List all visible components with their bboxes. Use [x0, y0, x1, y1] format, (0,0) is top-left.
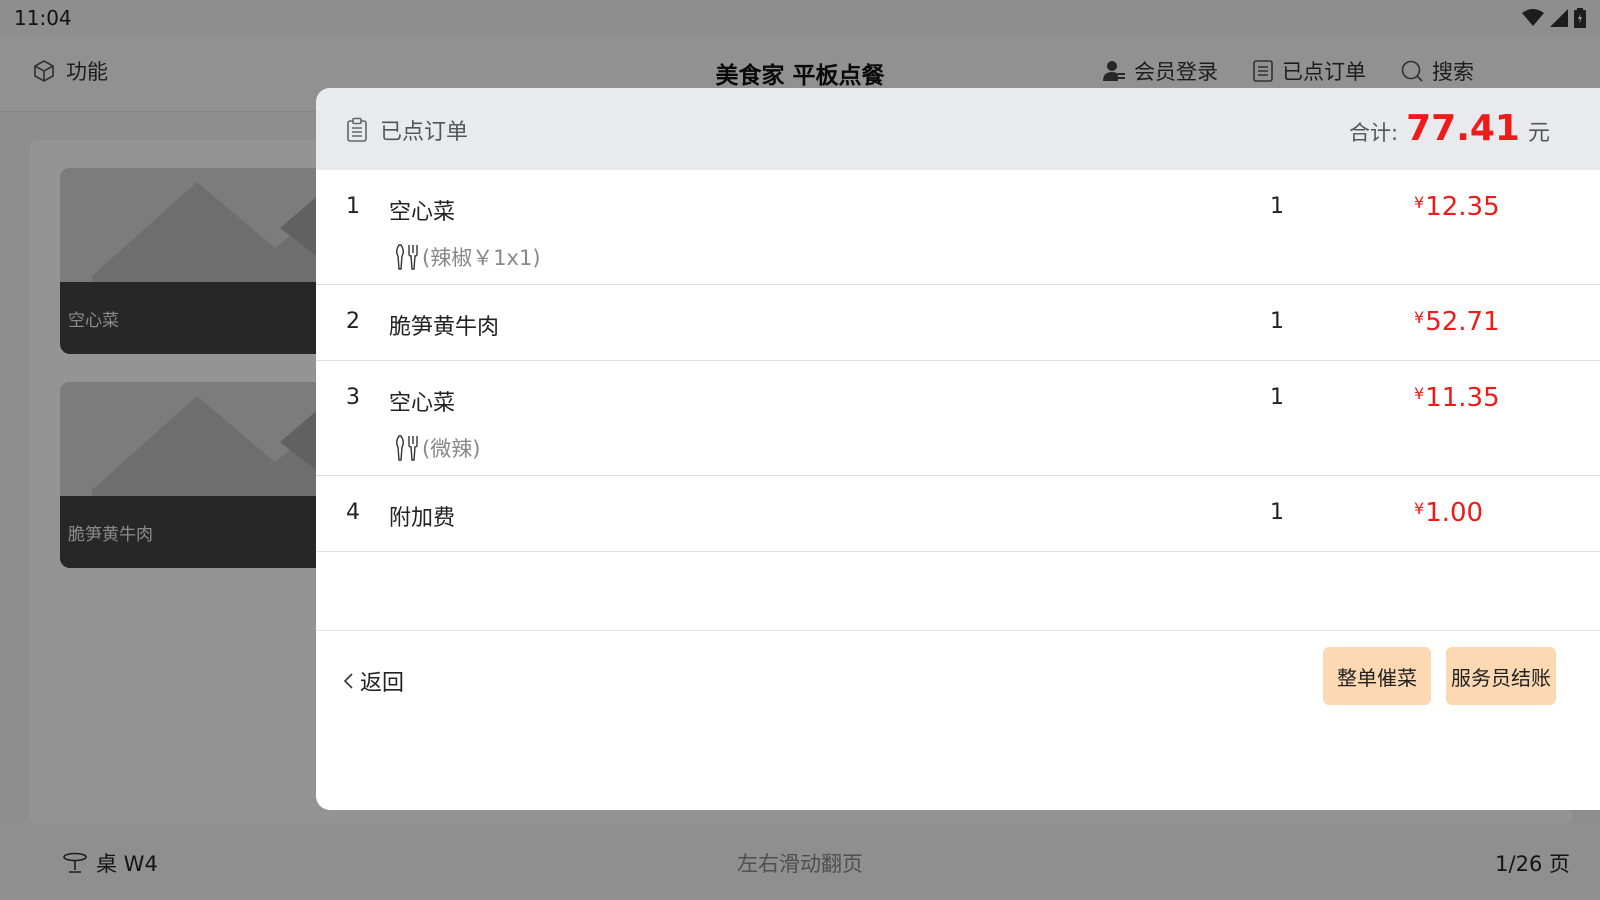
back-button[interactable]: 返回: [342, 665, 404, 697]
order-quantity: 1: [1270, 309, 1284, 334]
utensils-icon: [396, 244, 418, 270]
order-note: (辣椒￥1x1): [394, 242, 541, 272]
back-label: 返回: [360, 671, 405, 696]
total-unit: 元: [1527, 121, 1550, 146]
order-price-value: 1.00: [1425, 498, 1484, 528]
order-price-value: 11.35: [1425, 383, 1500, 413]
order-price: ¥11.35: [1414, 383, 1500, 413]
order-total: 合计: 77.41 元: [1349, 108, 1550, 149]
modal-header: 已点订单 合计: 77.41 元: [316, 88, 1600, 170]
order-quantity: 1: [1270, 194, 1284, 219]
modal-title: 已点订单: [380, 120, 469, 145]
order-price-value: 52.71: [1425, 307, 1500, 337]
order-index: 4: [346, 500, 360, 525]
order-index: 1: [346, 194, 360, 219]
order-price: ¥52.71: [1414, 307, 1500, 337]
order-index: 2: [346, 309, 360, 334]
order-row[interactable]: 4 附加费 1 ¥1.00: [316, 476, 1600, 552]
clipboard-icon: [347, 117, 367, 142]
urge-all-button[interactable]: 整单催菜: [1323, 647, 1431, 705]
order-row[interactable]: 2 脆笋黄牛肉 1 ¥52.71: [316, 285, 1600, 361]
ordered-modal: 已点订单 合计: 77.41 元 1 空心菜 1 ¥12.35 (辣椒￥1x1)…: [316, 88, 1600, 810]
order-note-text: (辣椒￥1x1): [422, 246, 541, 270]
currency-symbol: ¥: [1414, 308, 1425, 327]
order-quantity: 1: [1270, 500, 1284, 525]
modal-title-group: 已点订单: [346, 114, 468, 146]
chevron-left-icon: [343, 673, 353, 689]
order-item-name: 空心菜: [389, 200, 456, 225]
order-price: ¥12.35: [1414, 192, 1500, 222]
order-row[interactable]: 3 空心菜 1 ¥11.35 (微辣): [316, 361, 1600, 476]
order-list: 1 空心菜 1 ¥12.35 (辣椒￥1x1) 2 脆笋黄牛肉 1 ¥52.71…: [316, 170, 1600, 552]
order-price-value: 12.35: [1425, 192, 1500, 222]
order-item-name: 空心菜: [389, 391, 456, 416]
currency-symbol: ¥: [1414, 384, 1425, 403]
waiter-checkout-button[interactable]: 服务员结账: [1446, 647, 1556, 705]
utensils-icon: [396, 435, 418, 461]
order-item-name: 脆笋黄牛肉: [389, 315, 500, 340]
order-price: ¥1.00: [1414, 498, 1483, 528]
order-note-text: (微辣): [422, 437, 481, 461]
order-note: (微辣): [394, 433, 480, 463]
order-quantity: 1: [1270, 385, 1284, 410]
total-label: 合计:: [1349, 121, 1399, 145]
order-index: 3: [346, 385, 360, 410]
modal-footer: 返回 整单催菜 服务员结账: [316, 630, 1600, 810]
total-amount: 77.41: [1406, 108, 1520, 149]
order-row[interactable]: 1 空心菜 1 ¥12.35 (辣椒￥1x1): [316, 170, 1600, 285]
currency-symbol: ¥: [1414, 499, 1425, 518]
currency-symbol: ¥: [1414, 193, 1425, 212]
order-item-name: 附加费: [389, 506, 456, 531]
